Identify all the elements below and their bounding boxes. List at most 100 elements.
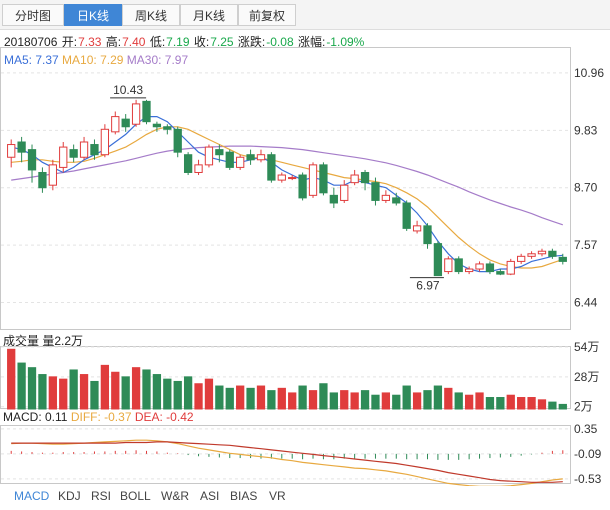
volume-bar: [69, 369, 78, 410]
candle-body: [152, 123, 162, 128]
indicator-tab-macd[interactable]: MACD: [14, 489, 49, 503]
volume-bar: [475, 392, 484, 410]
volume-bar: [79, 374, 89, 410]
volume-bar: [267, 390, 276, 410]
volume-bar: [392, 394, 401, 410]
candle-body: [371, 182, 380, 201]
volume-bar: [194, 383, 203, 410]
volume-bar: [111, 371, 120, 410]
volume-bar: [131, 367, 141, 410]
volume-bar: [454, 392, 463, 410]
candle-body: [163, 126, 172, 130]
candle-body: [7, 144, 16, 158]
candle-body: [558, 256, 567, 262]
candle-body: [350, 174, 359, 184]
candle-body: [79, 141, 89, 158]
low-annotation: 6.97: [416, 279, 440, 293]
ma5-line: [11, 115, 563, 273]
volume-bar: [236, 385, 245, 410]
candle-body: [288, 177, 297, 180]
candle-body: [194, 164, 203, 173]
candle-body: [131, 103, 141, 125]
volume-tick-label: 28万: [574, 370, 599, 384]
candle-body: [256, 154, 266, 161]
volume-bar: [548, 401, 557, 410]
candle-body: [225, 151, 234, 168]
volume-bar: [288, 392, 297, 410]
volume-bar: [17, 362, 26, 410]
volume-bar: [142, 369, 151, 410]
price-tick-label: 6.44: [574, 296, 598, 310]
candle-body: [246, 154, 255, 161]
candle-body: [329, 194, 338, 204]
indicator-tab-kdj[interactable]: KDJ: [58, 489, 81, 503]
price-tick-label: 9.83: [574, 123, 598, 137]
volume-bar: [298, 385, 307, 410]
volume-bar: [7, 348, 16, 410]
candle-body: [485, 263, 495, 273]
dea-line: [11, 441, 563, 483]
volume-bar: [225, 387, 234, 410]
candle-body: [454, 258, 463, 273]
volume-bar: [319, 383, 328, 410]
indicator-tab-vr[interactable]: VR: [269, 489, 286, 503]
indicator-tab-rsi[interactable]: RSI: [91, 489, 111, 503]
volume-bar: [496, 397, 505, 410]
volume-bar: [100, 364, 110, 410]
price-tick-label: 10.96: [574, 66, 604, 80]
volume-bar: [173, 380, 182, 410]
indicator-tab-asi[interactable]: ASI: [200, 489, 219, 503]
candle-body: [173, 128, 182, 153]
candle-body: [59, 146, 68, 168]
candle-body: [412, 225, 422, 232]
volume-bar: [464, 394, 474, 410]
candle-body: [90, 144, 99, 156]
volume-bar: [204, 378, 214, 410]
candle-body: [527, 253, 536, 257]
price-tick-label: 8.70: [574, 181, 598, 195]
volume-bar: [215, 385, 224, 410]
candle-body: [48, 164, 57, 186]
candle-body: [506, 260, 515, 275]
candle-body: [444, 258, 453, 273]
candle-body: [392, 197, 401, 204]
volume-bar: [350, 392, 359, 410]
high-annotation: 10.43: [113, 83, 143, 97]
volume-bar: [329, 392, 338, 410]
volume-bar: [506, 394, 515, 410]
volume-bar: [360, 390, 370, 410]
candle-body: [17, 141, 26, 153]
macd-tick-label: -0.09: [574, 447, 602, 461]
candle-body: [111, 116, 120, 133]
volume-bar: [121, 376, 130, 410]
volume-bar: [90, 380, 99, 410]
volume-tick-label: 54万: [574, 340, 599, 354]
volume-bar: [517, 397, 526, 410]
price-panel-frame: [0, 47, 571, 330]
indicator-tab-bias[interactable]: BIAS: [230, 489, 257, 503]
volume-bar: [256, 385, 266, 410]
candle-body: [27, 149, 37, 171]
candle-body: [360, 171, 370, 184]
volume-bar: [402, 385, 411, 410]
volume-bar: [152, 374, 162, 410]
volume-bar: [27, 367, 37, 410]
volume-tick-label: 2万: [574, 400, 593, 414]
volume-bar: [423, 390, 432, 410]
indicator-tab-wr[interactable]: W&R: [161, 489, 189, 503]
volume-bar: [183, 376, 193, 410]
candle-body: [267, 154, 276, 181]
volume-bar: [38, 374, 47, 410]
stock-chart[interactable]: 10.96 9.83 8.70 7.57 6.44 10.43 6.97 54万 28万 2万 0.…: [0, 0, 610, 486]
volume-bar: [59, 378, 68, 410]
volume-bar: [433, 385, 443, 410]
candle-body: [38, 171, 47, 189]
candle-body: [215, 149, 224, 156]
price-tick-label: 7.57: [574, 238, 598, 252]
candle-body: [423, 225, 432, 245]
volume-bar: [412, 392, 422, 410]
candle-body: [298, 174, 307, 199]
indicator-tab-boll[interactable]: BOLL: [120, 489, 151, 503]
candle-body: [183, 154, 193, 173]
candle-body: [142, 100, 151, 123]
